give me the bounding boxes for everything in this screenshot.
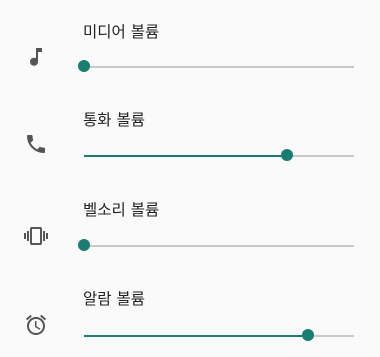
slider-fill (84, 155, 287, 157)
ring-volume-slider[interactable] (78, 239, 354, 253)
slider-track (84, 155, 354, 157)
alarm-clock-icon (24, 313, 48, 337)
setting-media-volume: 미디어 볼륨 (0, 0, 380, 90)
setting-ring-volume: 벨소리 볼륨 (0, 178, 380, 268)
alarm-volume-slider[interactable] (84, 329, 354, 343)
setting-call-volume: 통화 볼륨 (0, 88, 380, 178)
ring-volume-label: 벨소리 볼륨 (83, 201, 160, 219)
alarm-volume-label: 알람 볼륨 (83, 290, 145, 308)
call-volume-slider[interactable] (84, 149, 354, 163)
slider-fill (84, 335, 309, 337)
slider-thumb[interactable] (78, 239, 90, 251)
slider-thumb[interactable] (302, 329, 315, 341)
call-volume-label: 통화 볼륨 (83, 111, 145, 129)
media-volume-label: 미디어 볼륨 (83, 23, 160, 41)
slider-track (84, 245, 354, 247)
media-volume-slider[interactable] (78, 60, 354, 74)
music-note-icon (24, 44, 48, 68)
slider-track (84, 66, 354, 68)
setting-alarm-volume: 알람 볼륨 (0, 267, 380, 357)
slider-thumb[interactable] (280, 149, 293, 161)
vibrate-icon (24, 224, 48, 248)
slider-thumb[interactable] (78, 60, 90, 72)
phone-icon (24, 132, 48, 156)
